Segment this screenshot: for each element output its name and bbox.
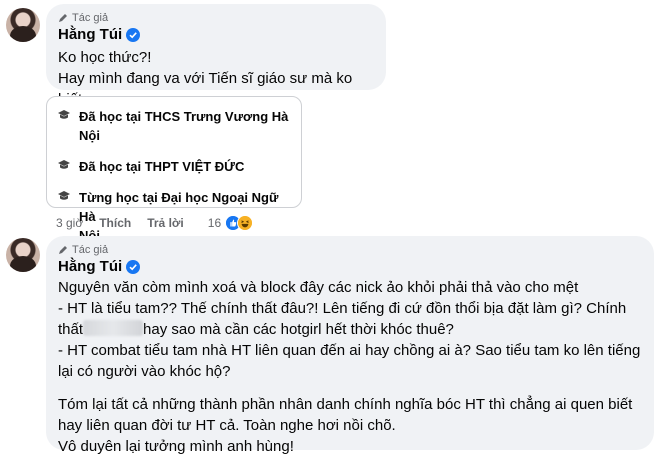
education-item: Đã học tại THPT VIỆT ĐỨC <box>57 157 289 176</box>
author-name[interactable]: Hằng Túi <box>58 26 122 43</box>
graduation-cap-icon <box>58 160 70 169</box>
pen-icon <box>59 14 67 22</box>
comment-text: thất <box>58 321 84 338</box>
like-button[interactable]: Thích <box>99 216 131 230</box>
redacted-text <box>83 320 144 336</box>
education-card[interactable]: Đã học tại THCS Trưng Vương Hà Nội Đã học… <box>46 96 302 243</box>
reply-button[interactable]: Trả lời <box>147 216 184 230</box>
comment-line: Tóm lại tất cả những thành phần nhân dan… <box>58 396 633 413</box>
comment-line: Ko học thức?! <box>58 49 152 66</box>
comment-text: hay sao mà cần các hotgirl hết thời khóc… <box>143 321 454 338</box>
comment-line: lại có người vào khóc hộ? <box>58 363 231 380</box>
haha-reaction-icon <box>237 215 254 231</box>
education-text: Đã học tại THPT VIỆT ĐỨC <box>79 159 245 174</box>
comment-line: Nguyên văn còm mình xoá và block đây các… <box>58 279 579 296</box>
pen-icon <box>59 246 67 254</box>
reaction-count[interactable]: 16 <box>208 216 221 230</box>
author-badge: Tác giả <box>58 12 374 24</box>
verified-icon <box>126 27 141 42</box>
comment-line: - HT combat tiểu tam nhà HT liên quan đế… <box>58 342 641 359</box>
comment-line: Vô duyên lại tưởng mình anh hùng! <box>58 438 294 454</box>
comment-line: thất hay sao mà cần các hotgirl hết thời … <box>58 319 642 340</box>
comment-actions: 3 giờ Thích Trả lời 16 <box>56 214 254 232</box>
verified-icon <box>126 259 141 274</box>
education-text: Đã học tại THCS Trưng Vương Hà <box>79 109 289 124</box>
author-badge-label: Tác giả <box>72 244 109 256</box>
education-text: Nội <box>79 128 100 143</box>
comment-bubble: Tác giả Hằng Túi Nguyên văn còm mình xoá… <box>46 236 654 454</box>
author-badge: Tác giả <box>58 244 642 256</box>
graduation-cap-icon <box>58 110 70 119</box>
comment-bubble: Tác giả Hằng Túi Ko học thức?! Hay mình … <box>46 4 386 108</box>
author-badge-label: Tác giả <box>72 12 109 24</box>
comment-line: hay liên quan đời tư HT cả. Toàn nghe hơ… <box>58 417 396 434</box>
avatar[interactable] <box>6 8 40 42</box>
comment-line: - HT là tiểu tam?? Thế chính thất đâu?! … <box>58 300 627 317</box>
education-item: Đã học tại THCS Trưng Vương Hà Nội <box>57 107 289 145</box>
graduation-cap-icon <box>58 191 70 200</box>
author-name[interactable]: Hằng Túi <box>58 258 122 275</box>
avatar[interactable] <box>6 238 40 272</box>
reactions[interactable] <box>225 215 254 231</box>
timestamp[interactable]: 3 giờ <box>56 216 83 230</box>
